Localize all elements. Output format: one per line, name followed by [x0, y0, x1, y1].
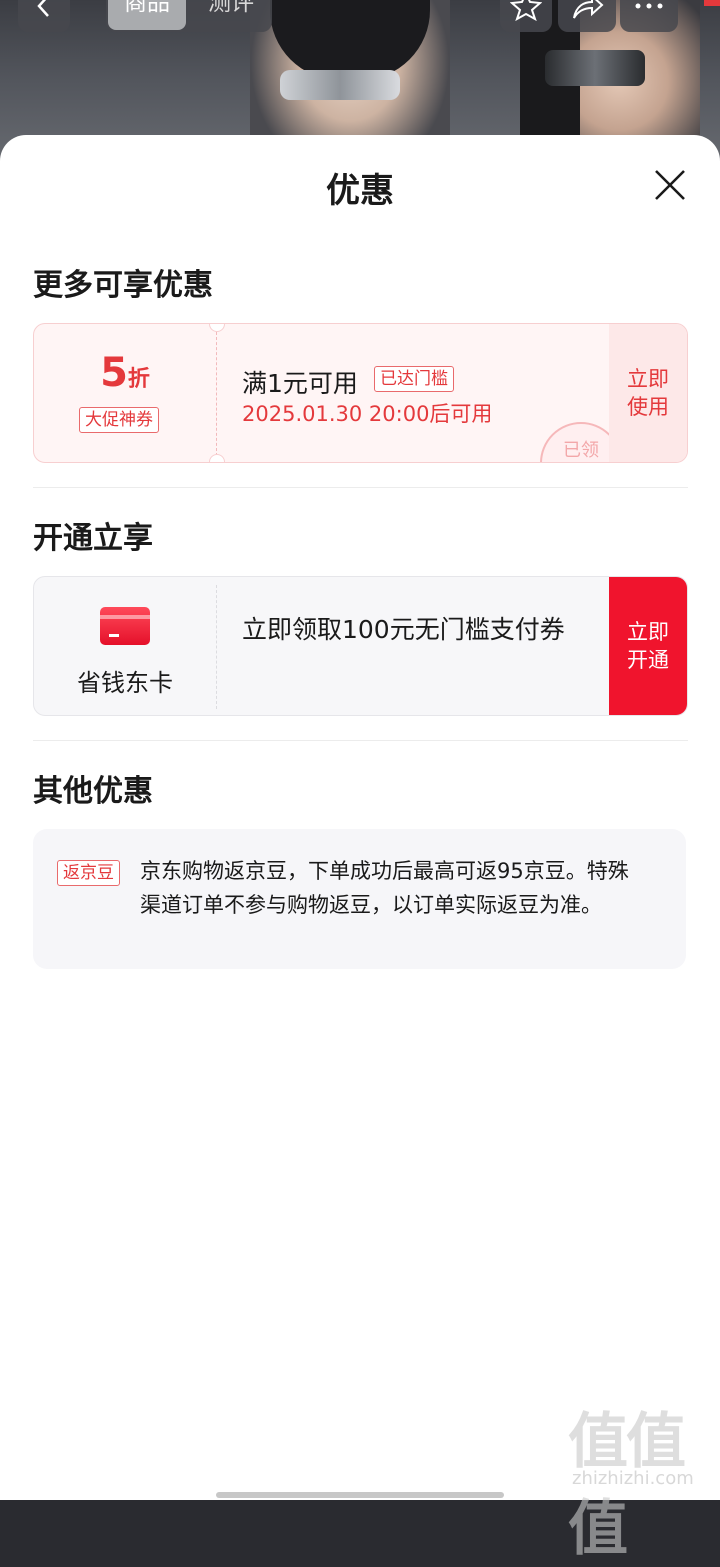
- coupon-notch-bottom: [209, 454, 225, 462]
- section-title-more-offers: 更多可享优惠: [33, 268, 213, 303]
- share-button[interactable]: [558, 0, 616, 32]
- section-title-open-benefits: 开通立享: [33, 521, 153, 556]
- watermark-url: zhizhizhi.com: [572, 1468, 694, 1489]
- tab-review[interactable]: 测评: [192, 0, 270, 30]
- coupon-discount-unit: 折: [127, 367, 150, 392]
- card-icon: [100, 607, 150, 645]
- tab-product[interactable]: 商品: [108, 0, 186, 30]
- chevron-left-icon: [37, 0, 49, 17]
- membership-card[interactable]: 省钱东卡 立即领取100元无门槛支付券 立即开通: [33, 576, 688, 716]
- top-navigation: 商品 测评: [0, 0, 720, 34]
- coupon-valid-time: 2025.01.30 20:00后可用: [242, 402, 493, 426]
- home-indicator[interactable]: [216, 1492, 504, 1498]
- favorite-button[interactable]: [500, 0, 552, 32]
- membership-name: 省钱东卡: [77, 669, 173, 697]
- membership-description: 立即领取100元无门槛支付券: [242, 615, 565, 644]
- more-icon: [635, 3, 663, 9]
- coupon-discount-area: 5折 大促神券: [34, 324, 216, 462]
- sheet-title: 优惠: [326, 171, 394, 211]
- coupon-card[interactable]: 5折 大促神券 满1元可用 已达门槛 2025.01.30 20:00后可用 已…: [33, 323, 688, 463]
- open-now-button[interactable]: 立即开通: [609, 577, 687, 715]
- notification-dot: [704, 0, 720, 6]
- section-divider: [33, 487, 688, 488]
- rebate-description: 京东购物返京豆，下单成功后最高可返95京豆。特殊渠道订单不参与购物返豆，以订单实…: [140, 859, 629, 917]
- section-divider: [33, 740, 688, 741]
- coupon-discount: 5折: [34, 350, 216, 396]
- section-title-other-offers: 其他优惠: [33, 774, 153, 809]
- more-button[interactable]: [620, 0, 678, 32]
- offers-sheet: 优惠 更多可享优惠 5折 大促神券 满1元可用 已达门槛 2025.01.30 …: [0, 135, 720, 1564]
- coupon-discount-number: 5: [100, 350, 128, 396]
- close-icon: [655, 170, 685, 200]
- back-button[interactable]: [18, 0, 70, 32]
- coupon-divider: [216, 332, 217, 456]
- close-button[interactable]: [650, 165, 690, 205]
- jingdou-rebate-offer: 返京豆 京东购物返京豆，下单成功后最高可返95京豆。特殊渠道订单不参与购物返豆，…: [33, 829, 686, 969]
- model-glasses-right: [545, 50, 645, 86]
- star-icon: [510, 0, 542, 21]
- top-tabs: 商品 测评: [106, 0, 272, 32]
- use-now-button[interactable]: 立即使用: [609, 324, 687, 462]
- coupon-type-tag: 大促神券: [79, 407, 159, 433]
- threshold-reached-badge: 已达门槛: [374, 366, 454, 392]
- open-now-label: 立即开通: [627, 620, 669, 672]
- coupon-condition: 满1元可用: [242, 369, 358, 398]
- use-now-label: 立即使用: [627, 367, 669, 419]
- membership-info: 省钱东卡: [34, 577, 216, 715]
- membership-divider: [216, 585, 217, 709]
- share-icon: [573, 0, 604, 19]
- model-glasses-left: [280, 70, 400, 100]
- rebate-tag: 返京豆: [57, 860, 120, 886]
